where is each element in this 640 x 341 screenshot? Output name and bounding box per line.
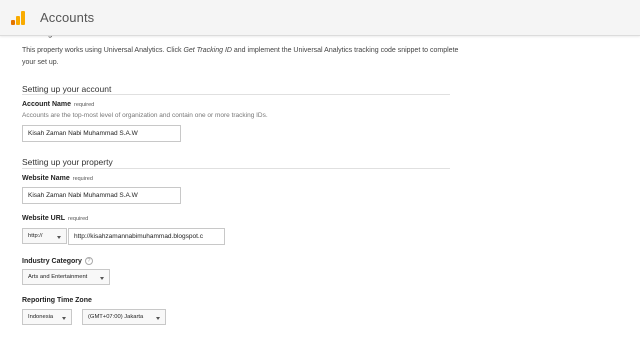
country-select-value: Indonesia <box>28 314 54 320</box>
industry-category-label: Industry Category? <box>22 257 93 265</box>
website-name-label-text: Website Name <box>22 175 70 182</box>
analytics-logo-icon[interactable] <box>11 11 25 25</box>
protocol-select[interactable]: http:// <box>22 228 67 244</box>
top-app-bar: Accounts <box>0 0 640 36</box>
protocol-select-value: http:// <box>28 233 43 239</box>
chevron-down-icon <box>62 317 66 320</box>
logo-bar-short <box>11 20 15 25</box>
property-section-title: Setting up your property <box>22 157 113 167</box>
website-url-required: required <box>68 216 89 222</box>
chevron-down-icon <box>156 317 160 320</box>
industry-category-select[interactable]: Arts and Entertainment <box>22 269 110 285</box>
account-name-label-text: Account Name <box>22 101 72 108</box>
logo-bar-tall <box>21 11 25 25</box>
chevron-down-icon <box>100 277 104 280</box>
industry-category-value: Arts and Entertainment <box>28 274 88 280</box>
help-circle-icon[interactable]: ? <box>84 257 93 265</box>
website-url-input[interactable]: http://kisahzamannabimuhammad.blogspot.c <box>68 228 225 245</box>
account-name-help: Accounts are the top-most level of organ… <box>22 112 268 119</box>
website-name-input[interactable]: Kisah Zaman Nabi Muhammad S.A.W <box>22 187 181 204</box>
tracking-intro-text: This property works using Universal Anal… <box>22 45 462 68</box>
account-name-input[interactable]: Kisah Zaman Nabi Muhammad S.A.W <box>22 125 181 142</box>
account-section-title: Setting up your account <box>22 84 112 94</box>
reporting-time-zone-label: Reporting Time Zone <box>22 297 92 304</box>
page-title: Accounts <box>40 10 95 25</box>
property-section-divider <box>22 168 450 169</box>
account-name-required: required <box>74 102 95 108</box>
account-name-label: Account Name required <box>22 101 94 108</box>
time-zone-select-value: (GMT+07:00) Jakarta <box>88 314 144 320</box>
country-select[interactable]: Indonesia <box>22 309 72 325</box>
logo-bar-medium <box>16 16 20 25</box>
website-name-label: Website Name required <box>22 175 93 182</box>
website-url-label-text: Website URL <box>22 215 66 222</box>
get-tracking-id-reference: Get Tracking ID <box>183 47 232 54</box>
time-zone-select[interactable]: (GMT+07:00) Jakarta <box>82 309 166 325</box>
industry-category-label-text: Industry Category <box>22 258 82 265</box>
website-name-required: required <box>72 176 93 182</box>
intro-text-start: This property works using Universal Anal… <box>22 47 184 54</box>
chevron-down-icon <box>57 236 61 239</box>
website-url-label: Website URL required <box>22 215 88 222</box>
account-section-divider <box>22 94 450 95</box>
